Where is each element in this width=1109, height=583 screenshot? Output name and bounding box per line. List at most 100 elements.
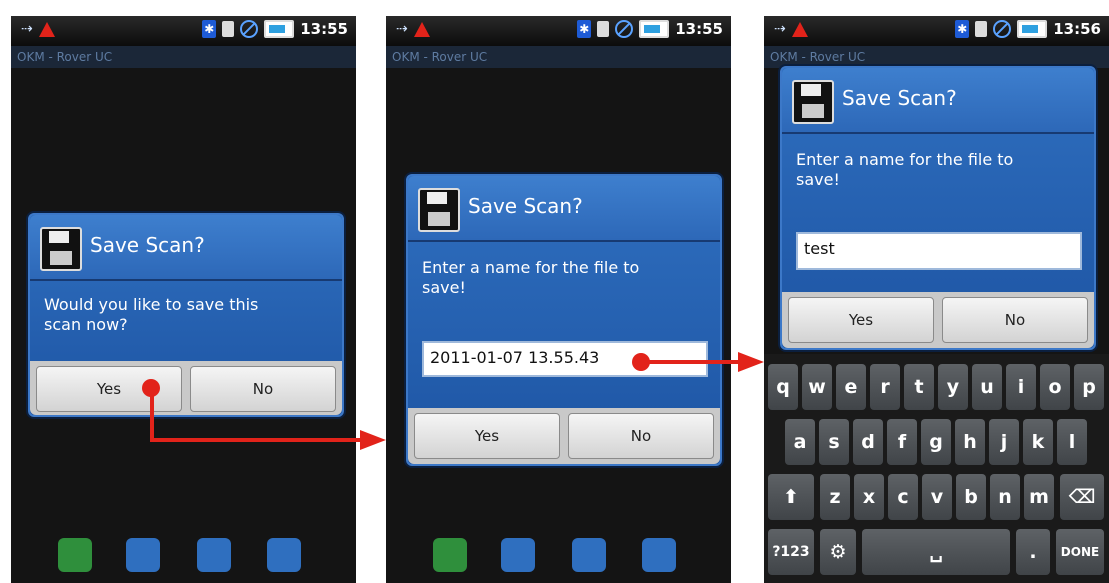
battery-icon [264,20,295,38]
key-x[interactable]: x [854,474,884,520]
sim-icon [222,21,235,37]
flow-arrow-line [150,438,360,442]
status-bar: ⇢ ✱ 13:55 [386,16,731,46]
flow-arrow-line [640,360,738,364]
key-o[interactable]: o [1040,364,1070,410]
no-signal-icon [240,20,259,38]
dialog-header: Save Scan? [782,68,1094,134]
no-button[interactable]: No [568,413,714,459]
dialog-message: Enter a name for the file to save! [796,150,1014,189]
no-signal-icon [615,20,634,38]
space-key[interactable]: ␣ [862,529,1010,575]
status-bar: ⇢ ✱ 13:56 [764,16,1109,46]
save-scan-dialog: Save Scan? Would you like to save this s… [28,213,344,417]
zoom-in-icon[interactable] [197,538,231,572]
dialog-button-row: Yes No [30,361,342,415]
key-t[interactable]: t [904,364,934,410]
dialog-button-row: Yes No [408,408,720,464]
dialog-title: Save Scan? [468,194,583,218]
dialog-header: Save Scan? [30,215,342,281]
clock: 13:55 [300,20,348,38]
eye-icon[interactable] [267,538,301,572]
yes-button[interactable]: Yes [788,297,934,343]
key-b[interactable]: b [956,474,986,520]
settings-key[interactable]: ⚙ [820,529,856,575]
eye-icon[interactable] [642,538,676,572]
dialog-title: Save Scan? [842,86,957,110]
dialog-title: Save Scan? [90,233,205,257]
warning-icon [413,21,430,37]
floppy-disk-icon [40,227,82,271]
flow-arrow-line [150,388,154,442]
key-n[interactable]: n [990,474,1020,520]
zoom-in-icon[interactable] [572,538,606,572]
rotate-icon[interactable] [501,538,535,572]
key-c[interactable]: c [888,474,918,520]
key-q[interactable]: q [768,364,798,410]
key-u[interactable]: u [972,364,1002,410]
key-v[interactable]: v [922,474,952,520]
flow-arrow-head [360,430,386,450]
key-e[interactable]: e [836,364,866,410]
usb-icon: ⇢ [774,21,786,37]
save-scan-dialog: Save Scan? Enter a name for the file to … [406,174,722,466]
usb-icon: ⇢ [396,21,408,37]
no-signal-icon [993,20,1012,38]
phone-screen-3: ⇢ ✱ 13:56 OKM - Rover UC Save Scan? Ente… [764,16,1109,583]
dialog-button-row: Yes No [782,292,1094,348]
period-key[interactable]: . [1016,529,1050,575]
app-title: OKM - Rover UC [764,46,1109,68]
yes-button[interactable]: Yes [414,413,560,459]
shift-key[interactable]: ⬆ [768,474,814,520]
key-h[interactable]: h [955,419,985,465]
flow-arrow-head [738,352,764,372]
rotate-icon[interactable] [126,538,160,572]
battery-icon [1017,20,1048,38]
yes-button[interactable]: Yes [36,366,182,412]
floppy-disk-icon [792,80,834,124]
dialog-header: Save Scan? [408,176,720,242]
clock: 13:55 [675,20,723,38]
key-z[interactable]: z [820,474,850,520]
move-icon[interactable] [433,538,467,572]
key-d[interactable]: d [853,419,883,465]
sim-icon [975,21,988,37]
backspace-key[interactable]: ⌫ [1060,474,1104,520]
bluetooth-icon: ✱ [202,20,217,38]
phone-screen-1: ⇢ ✱ 13:55 OKM - Rover UC Save Scan? Woul… [11,16,356,583]
key-y[interactable]: y [938,364,968,410]
move-icon[interactable] [58,538,92,572]
soft-keyboard: q w e r t y u i o p a s d f g h j k l ⬆ … [764,354,1109,583]
numbers-key[interactable]: ?123 [768,529,814,575]
key-m[interactable]: m [1024,474,1054,520]
phone-screen-2: ⇢ ✱ 13:55 OKM - Rover UC Save Scan? Ente… [386,16,731,583]
key-w[interactable]: w [802,364,832,410]
key-l[interactable]: l [1057,419,1087,465]
dialog-message: Would you like to save this scan now? [44,295,259,334]
key-g[interactable]: g [921,419,951,465]
bluetooth-icon: ✱ [955,20,970,38]
filename-input[interactable]: test [796,232,1082,270]
key-s[interactable]: s [819,419,849,465]
key-r[interactable]: r [870,364,900,410]
key-p[interactable]: p [1074,364,1104,410]
key-a[interactable]: a [785,419,815,465]
usb-icon: ⇢ [21,21,33,37]
dialog-message: Enter a name for the file to save! [422,258,640,297]
bluetooth-icon: ✱ [577,20,592,38]
app-title: OKM - Rover UC [11,46,356,68]
key-j[interactable]: j [989,419,1019,465]
app-title: OKM - Rover UC [386,46,731,68]
status-bar: ⇢ ✱ 13:55 [11,16,356,46]
key-f[interactable]: f [887,419,917,465]
sim-icon [597,21,610,37]
filename-input[interactable]: 2011-01-07 13.55.43 [422,341,708,377]
done-key[interactable]: DONE [1056,529,1104,575]
key-i[interactable]: i [1006,364,1036,410]
warning-icon [38,21,55,37]
key-k[interactable]: k [1023,419,1053,465]
no-button[interactable]: No [190,366,336,412]
battery-icon [639,20,670,38]
warning-icon [791,21,808,37]
no-button[interactable]: No [942,297,1088,343]
